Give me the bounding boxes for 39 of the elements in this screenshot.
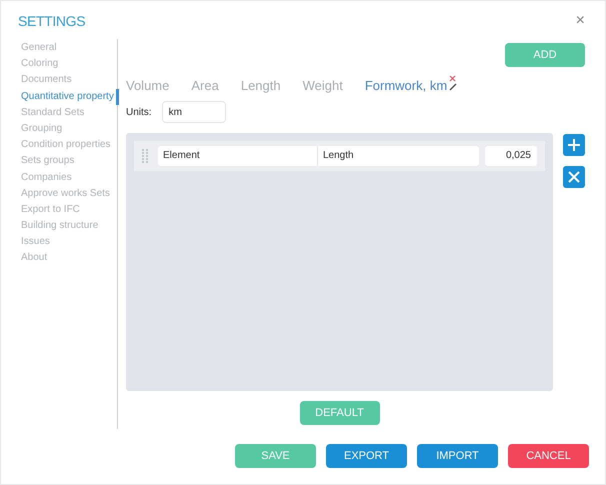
sidebar-item[interactable]: Condition properties — [1, 137, 117, 154]
tab[interactable]: Weight — [302, 76, 343, 96]
close-icon — [568, 171, 580, 183]
sidebar-item[interactable]: Grouping — [1, 120, 117, 138]
add-button[interactable]: ADD — [505, 43, 585, 67]
sidebar-item[interactable]: Companies — [1, 170, 117, 186]
tab[interactable]: Length — [240, 76, 281, 96]
sidebar-item[interactable]: Standard Sets — [1, 104, 117, 121]
plus-icon — [568, 139, 580, 151]
close-icon[interactable] — [449, 75, 456, 82]
sidebar-item[interactable]: Building structure — [1, 218, 117, 234]
tab[interactable]: Volume — [126, 76, 170, 96]
dialog-button[interactable]: CANCEL — [508, 444, 589, 468]
tab[interactable]: Formwork, km — [364, 76, 448, 96]
pencil-icon[interactable] — [449, 83, 458, 91]
property-field[interactable]: Length — [318, 146, 479, 166]
sidebar-item[interactable]: Export to IFC — [1, 202, 117, 218]
default-button[interactable]: DEFAULT — [300, 401, 380, 425]
drag-handle-icon[interactable] — [142, 149, 148, 163]
dialog-button[interactable]: SAVE — [235, 444, 316, 468]
sidebar-item[interactable]: Quantitative property — [1, 88, 119, 105]
add-row-button[interactable] — [563, 134, 585, 156]
element-field[interactable]: Element — [158, 146, 318, 166]
dialog-button[interactable]: IMPORT — [417, 444, 498, 468]
units-field[interactable]: km — [162, 101, 226, 123]
close-button[interactable]: × — [576, 13, 585, 29]
sidebar-item[interactable]: About — [1, 250, 117, 267]
remove-row-button[interactable] — [563, 166, 585, 188]
sidebar-item[interactable]: General — [1, 40, 117, 56]
sidebar-item[interactable]: Issues — [1, 234, 117, 250]
units-label: Units: — [126, 106, 152, 120]
window-title: SETTINGS — [18, 12, 86, 30]
tab[interactable]: Area — [191, 76, 219, 96]
sidebar-item[interactable]: Approve works Sets — [1, 186, 117, 202]
dialog-button[interactable]: EXPORT — [326, 444, 407, 468]
value-field[interactable]: 0,025 — [485, 146, 537, 166]
sidebar-item[interactable]: Documents — [1, 72, 117, 89]
sidebar-item[interactable]: Sets groups — [1, 153, 117, 170]
sidebar-item[interactable]: Coloring — [1, 56, 117, 72]
